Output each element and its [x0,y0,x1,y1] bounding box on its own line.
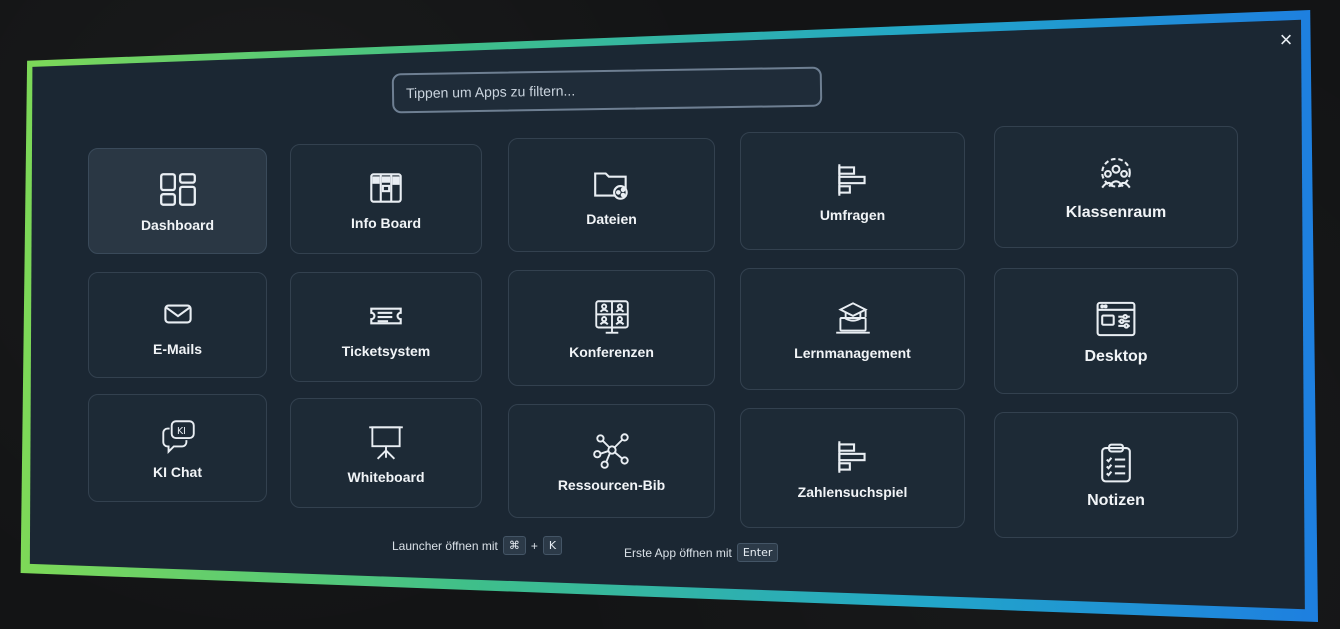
app-label: Umfragen [819,207,886,223]
close-button[interactable]: × [1272,26,1300,54]
app-tile-lernmanagement[interactable]: Lernmanagement [740,268,965,390]
search-field[interactable] [391,66,823,114]
folder-share-icon [591,163,633,205]
app-tile-e-mails[interactable]: E-Mails [88,272,267,378]
launcher-hint-text: Launcher öffnen mit [392,538,498,553]
plus-sign: + [530,538,538,553]
app-tile-dashboard[interactable]: Dashboard [88,148,267,254]
app-tile-ressourcen-bib[interactable]: Ressourcen-Bib [508,404,715,518]
app-tile-notizen[interactable]: Notizen [994,412,1238,538]
app-label: Lernmanagement [794,345,911,361]
app-tile-desktop[interactable]: Desktop [994,268,1238,394]
app-label: Ressourcen-Bib [557,477,666,493]
app-label: Dateien [586,211,637,227]
info-board-icon [365,167,407,209]
app-label: Whiteboard [347,469,425,485]
dashboard-grid-icon [157,169,199,211]
mail-icon [157,293,199,335]
k-key: K [542,536,563,555]
app-label: Info Board [351,215,421,231]
command-key: ⌘ [502,536,526,555]
first-app-shortcut-hint: Erste App öffnen mit Enter [624,543,779,562]
first-app-hint-text: Erste App öffnen mit [624,545,732,560]
app-label: Desktop [1084,348,1148,365]
app-tile-umfragen[interactable]: Umfragen [740,132,965,250]
desktop-window-icon [1093,296,1139,342]
ticket-icon [365,295,407,337]
app-label: Konferenzen [569,344,654,360]
app-label: Zahlensuchspiel [797,484,908,500]
enter-key: Enter [736,543,779,562]
classroom-gear-icon [1093,152,1139,198]
app-tile-ticketsystem[interactable]: Ticketsystem [290,272,482,382]
app-tile-konferenzen[interactable]: Konferenzen [508,270,715,386]
app-tile-whiteboard[interactable]: Whiteboard [290,398,482,508]
svg-text:KI: KI [176,426,185,437]
app-label: KI Chat [153,464,202,480]
app-label: Klassenraum [1065,204,1167,221]
app-label: E-Mails [152,341,202,357]
app-tile-zahlensuchspiel[interactable]: Zahlensuchspiel [740,408,965,528]
launcher-shortcut-hint: Launcher öffnen mit ⌘ + K [392,536,563,555]
app-tile-info-board[interactable]: Info Board [290,144,482,254]
app-tile-ki-chat[interactable]: KI KI Chat [88,394,267,502]
video-conference-icon [591,296,633,338]
clipboard-icon [1093,440,1139,486]
app-tile-dateien[interactable]: Dateien [508,138,715,252]
search-input[interactable] [393,68,821,112]
app-label: Notizen [1087,492,1145,509]
ai-chat-icon: KI [157,416,199,458]
whiteboard-icon [365,421,407,463]
network-icon [591,429,633,471]
app-label: Ticketsystem [341,343,431,359]
graduation-laptop-icon [832,297,874,339]
bar-chart-icon [832,436,874,478]
bar-chart-icon [832,159,874,201]
app-label: Dashboard [140,217,215,233]
app-tile-klassenraum[interactable]: Klassenraum [994,126,1238,248]
